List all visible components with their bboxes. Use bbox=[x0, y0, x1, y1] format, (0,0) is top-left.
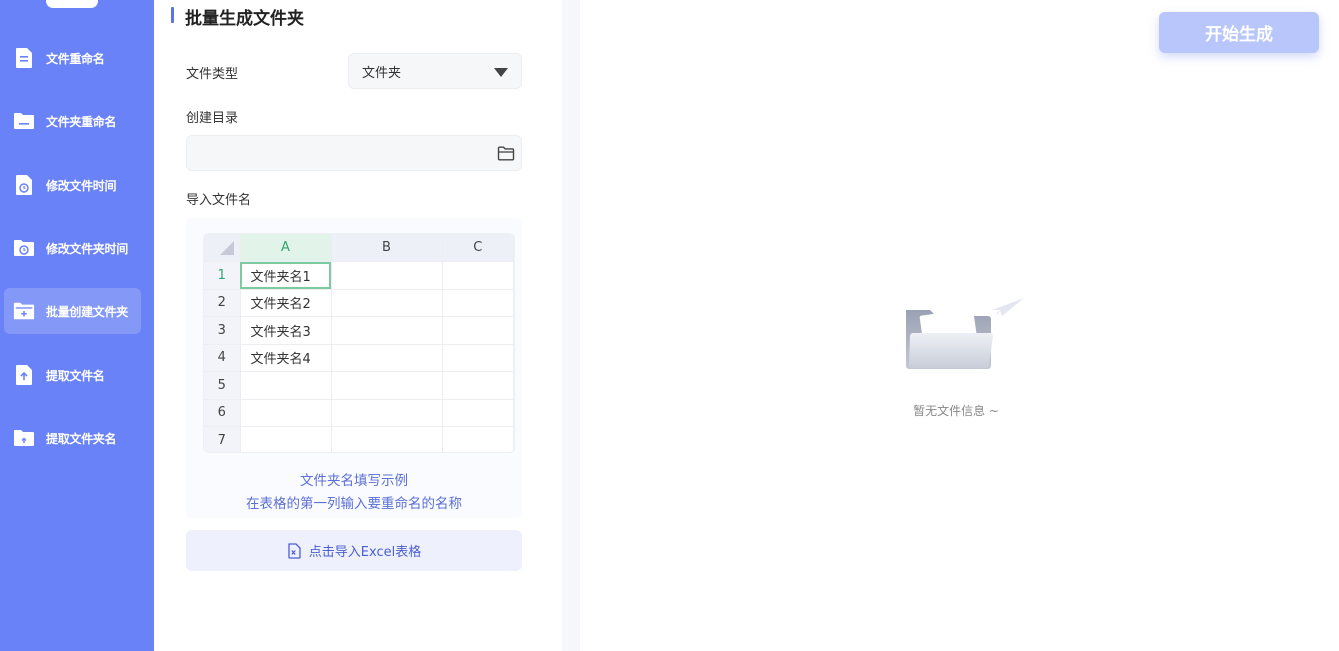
table-row: 5 bbox=[204, 371, 514, 400]
sidebar-item-label: 提取文件夹名 bbox=[46, 431, 117, 446]
import-excel-button[interactable]: 点击导入Excel表格 bbox=[186, 530, 522, 571]
sidebar-item-label: 文件重命名 bbox=[46, 51, 105, 66]
table-row: 2 文件夹名2 bbox=[204, 289, 514, 317]
folder-icon bbox=[13, 111, 35, 131]
example-hint-description: 在表格的第一列输入要重命名的名称 bbox=[246, 496, 462, 512]
table-row: 4 文件夹名4 bbox=[204, 344, 514, 372]
browse-folder-icon[interactable] bbox=[496, 143, 516, 163]
row-number: 4 bbox=[204, 344, 241, 372]
directory-input[interactable] bbox=[186, 135, 522, 171]
title-accent-bar bbox=[171, 7, 174, 23]
cell-a: 文件夹名1 bbox=[240, 261, 332, 290]
cell-a bbox=[240, 426, 332, 452]
config-panel: 批量生成文件夹 文件类型 文件夹 创建目录 导入文件名 A B C 1 文件夹名… bbox=[154, 0, 562, 651]
example-spreadsheet: A B C 1 文件夹名1 2 文件夹名2 3 文件夹名3 4 文件夹名4 5 … bbox=[203, 233, 515, 453]
sidebar: 文件重命名 文件夹重命名 修改文件时间 修改文件夹时间 批量创建文件夹 提取文件… bbox=[0, 0, 154, 651]
directory-label: 创建目录 bbox=[186, 111, 239, 126]
row-number: 1 bbox=[204, 261, 241, 290]
file-type-select[interactable]: 文件夹 bbox=[348, 53, 522, 89]
file-clock-icon bbox=[13, 175, 35, 195]
row-number: 2 bbox=[204, 289, 241, 317]
cell-b bbox=[331, 426, 443, 452]
cell-c bbox=[442, 344, 514, 372]
result-area: 开始生成 暂无文件信息 ~ bbox=[580, 0, 1339, 651]
table-row: 6 bbox=[204, 399, 514, 427]
app-logo bbox=[46, 0, 98, 8]
cell-b bbox=[331, 371, 443, 400]
empty-folder-illustration bbox=[900, 296, 1026, 376]
import-excel-label: 点击导入Excel表格 bbox=[308, 545, 422, 560]
column-header-b: B bbox=[331, 234, 443, 262]
sidebar-item-label: 修改文件夹时间 bbox=[46, 241, 128, 256]
table-row: 1 文件夹名1 bbox=[204, 261, 514, 290]
cell-b bbox=[331, 289, 443, 317]
empty-state-text: 暂无文件信息 ~ bbox=[913, 404, 999, 418]
dropdown-arrow-icon bbox=[494, 68, 508, 77]
cell-b bbox=[331, 399, 443, 427]
sidebar-item-label: 提取文件名 bbox=[46, 368, 105, 383]
column-header-a: A bbox=[240, 234, 332, 262]
cell-c bbox=[442, 261, 514, 290]
cell-a: 文件夹名3 bbox=[240, 316, 332, 345]
column-header-c: C bbox=[442, 234, 514, 262]
row-number: 5 bbox=[204, 371, 241, 400]
file-extract-icon bbox=[13, 365, 35, 385]
cell-c bbox=[442, 399, 514, 427]
import-names-label: 导入文件名 bbox=[186, 193, 252, 208]
table-row: 7 bbox=[204, 426, 514, 452]
sidebar-item-label: 文件夹重命名 bbox=[46, 114, 117, 129]
panel-title: 批量生成文件夹 bbox=[185, 9, 304, 29]
sidebar-item-file-time[interactable]: 修改文件时间 bbox=[4, 162, 141, 208]
sidebar-item-file-rename[interactable]: 文件重命名 bbox=[4, 35, 141, 81]
excel-file-icon bbox=[287, 542, 301, 559]
sheet-corner bbox=[204, 234, 241, 262]
cell-c bbox=[442, 371, 514, 400]
row-number: 6 bbox=[204, 399, 241, 427]
cell-a: 文件夹名4 bbox=[240, 344, 332, 372]
folder-extract-icon bbox=[13, 428, 35, 448]
file-icon bbox=[13, 48, 35, 68]
cell-c bbox=[442, 426, 514, 452]
cell-b bbox=[331, 316, 443, 345]
sidebar-item-extract-folder-name[interactable]: 提取文件夹名 bbox=[4, 415, 141, 461]
sidebar-item-batch-create-folder[interactable]: 批量创建文件夹 bbox=[4, 288, 141, 334]
cell-a bbox=[240, 371, 332, 400]
folder-add-icon bbox=[13, 301, 35, 321]
sidebar-item-extract-file-name[interactable]: 提取文件名 bbox=[4, 352, 141, 398]
sidebar-item-label: 批量创建文件夹 bbox=[46, 304, 128, 319]
example-hint-title: 文件夹名填写示例 bbox=[300, 473, 408, 489]
row-number: 7 bbox=[204, 426, 241, 452]
sheet-header-row: A B C bbox=[204, 234, 514, 262]
row-number: 3 bbox=[204, 316, 241, 345]
folder-clock-icon bbox=[13, 238, 35, 258]
start-generate-button[interactable]: 开始生成 bbox=[1159, 12, 1319, 53]
file-type-value: 文件夹 bbox=[362, 65, 402, 81]
cell-a: 文件夹名2 bbox=[240, 289, 332, 317]
file-type-label: 文件类型 bbox=[186, 67, 239, 82]
cell-b bbox=[331, 261, 443, 290]
cell-c bbox=[442, 316, 514, 345]
sidebar-item-folder-rename[interactable]: 文件夹重命名 bbox=[4, 98, 141, 144]
cell-a bbox=[240, 399, 332, 427]
sidebar-item-label: 修改文件时间 bbox=[46, 178, 117, 193]
cell-c bbox=[442, 289, 514, 317]
sidebar-item-folder-time[interactable]: 修改文件夹时间 bbox=[4, 225, 141, 271]
table-row: 3 文件夹名3 bbox=[204, 316, 514, 345]
cell-b bbox=[331, 344, 443, 372]
